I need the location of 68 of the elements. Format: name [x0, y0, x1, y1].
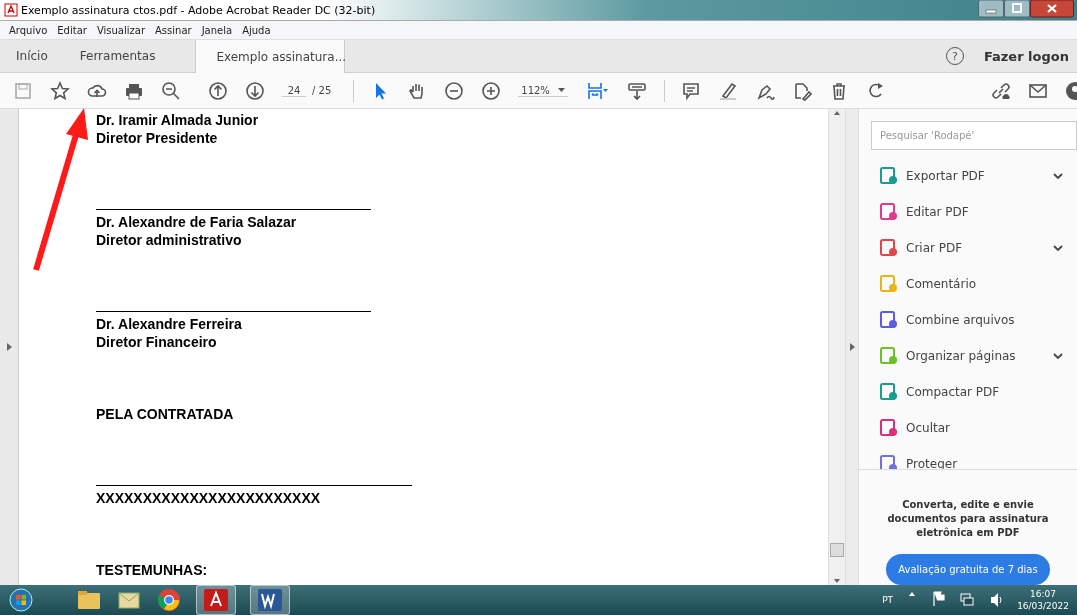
tool-item[interactable]: Ocultar [859, 409, 1077, 446]
add-user-icon[interactable] [1065, 80, 1077, 101]
page-count: / 25 [312, 85, 332, 96]
clock-date[interactable]: 16/03/2022 [1017, 600, 1069, 612]
previous-page-icon[interactable] [208, 80, 228, 101]
window-title: Exemplo assinatura ctos.pdf - Adobe Acrobat Reader DC (32-bit) [21, 3, 377, 17]
tool-item[interactable]: Criar PDF [859, 229, 1077, 266]
scroll-up-icon[interactable] [834, 111, 840, 115]
clock-time[interactable]: 16:07 [1030, 588, 1057, 600]
highlight-icon[interactable] [717, 80, 738, 101]
signer-name: Dr. Alexandre de Faria Salazar [96, 213, 297, 231]
language-indicator[interactable]: PT [882, 595, 894, 605]
section-heading: TESTEMUNHAS: [96, 561, 208, 579]
chevron-down-icon[interactable] [1053, 172, 1063, 179]
menu-item[interactable]: Ajuda [237, 24, 276, 36]
tab[interactable]: Exemplo assinatura... [195, 40, 346, 73]
page-number-field[interactable]: 24 [282, 84, 306, 97]
signer-title: Diretor Financeiro [96, 333, 217, 351]
expand-panel-icon[interactable] [6, 343, 12, 351]
tab[interactable]: Ferramentas [63, 40, 172, 72]
section-heading: PELA CONTRATADA [96, 405, 234, 423]
search-field[interactable]: Pesquisar 'Rodapé' [871, 121, 1077, 150]
zoom-dropdown[interactable]: 112% [518, 84, 568, 97]
fit-page-icon[interactable] [585, 80, 610, 101]
comment-icon[interactable] [680, 80, 701, 101]
tool-item[interactable]: Compactar PDF [859, 373, 1077, 410]
chevron-down-icon[interactable] [1053, 244, 1063, 251]
tool-item[interactable]: Exportar PDF [859, 157, 1077, 194]
signer-title: Diretor administrativo [96, 231, 242, 249]
menu-item[interactable]: Assinar [150, 24, 197, 36]
menu-item[interactable]: Arquivo [4, 24, 53, 36]
tool-item[interactable]: Comentário [859, 265, 1077, 302]
tool-item[interactable]: Combine arquivos [859, 301, 1077, 338]
caret-icon [557, 88, 565, 92]
menu-item[interactable]: Janela [196, 24, 238, 36]
sign-in-link[interactable]: Fazer logon [983, 48, 1069, 64]
free-trial-button[interactable]: Avaliação gratuita de 7 dias [886, 554, 1050, 585]
pdf-app-icon [4, 3, 18, 17]
tool-item[interactable]: Proteger [859, 445, 1077, 470]
next-page-icon[interactable] [245, 80, 265, 101]
tab[interactable]: Início [0, 40, 64, 72]
minimize-button[interactable] [978, 0, 1004, 18]
scrollbar[interactable] [828, 109, 845, 585]
tool-item[interactable]: Organizar páginas [859, 337, 1077, 374]
tool-item[interactable]: Editar PDF [859, 193, 1077, 230]
signer-title: Diretor Presidente [96, 129, 218, 147]
collapse-pane-icon[interactable] [849, 343, 855, 351]
document-app-icon[interactable] [257, 588, 283, 612]
signer-name: Dr. Alexandre Ferreira [96, 315, 242, 333]
scroll-thumb[interactable] [830, 543, 844, 557]
folder-icon[interactable] [76, 588, 102, 612]
scroll-mode-icon[interactable] [626, 80, 647, 101]
scroll-down-icon[interactable] [834, 579, 840, 583]
restore-button[interactable] [1004, 0, 1030, 18]
close-button[interactable] [1030, 0, 1074, 18]
share-link-icon[interactable] [991, 80, 1011, 101]
star-icon[interactable] [50, 80, 70, 101]
zoom-search-icon[interactable] [161, 80, 181, 101]
promo-text: Converta, edite e envie documentos para assinatura eletrônica em PDF [886, 498, 1050, 541]
pdf-reader-icon[interactable] [203, 588, 229, 612]
zoom-out-icon[interactable] [444, 80, 465, 101]
signer-name: XXXXXXXXXXXXXXXXXXXXXXXX [96, 489, 321, 507]
menu-item[interactable]: Editar [52, 24, 92, 36]
menu-item[interactable]: Visualizar [91, 24, 150, 36]
chevron-down-icon[interactable] [1053, 352, 1063, 359]
signer-name: Dr. Iramir Almada Junior [96, 111, 259, 129]
zoom-in-icon[interactable] [481, 80, 502, 101]
browser-icon[interactable] [156, 588, 182, 612]
